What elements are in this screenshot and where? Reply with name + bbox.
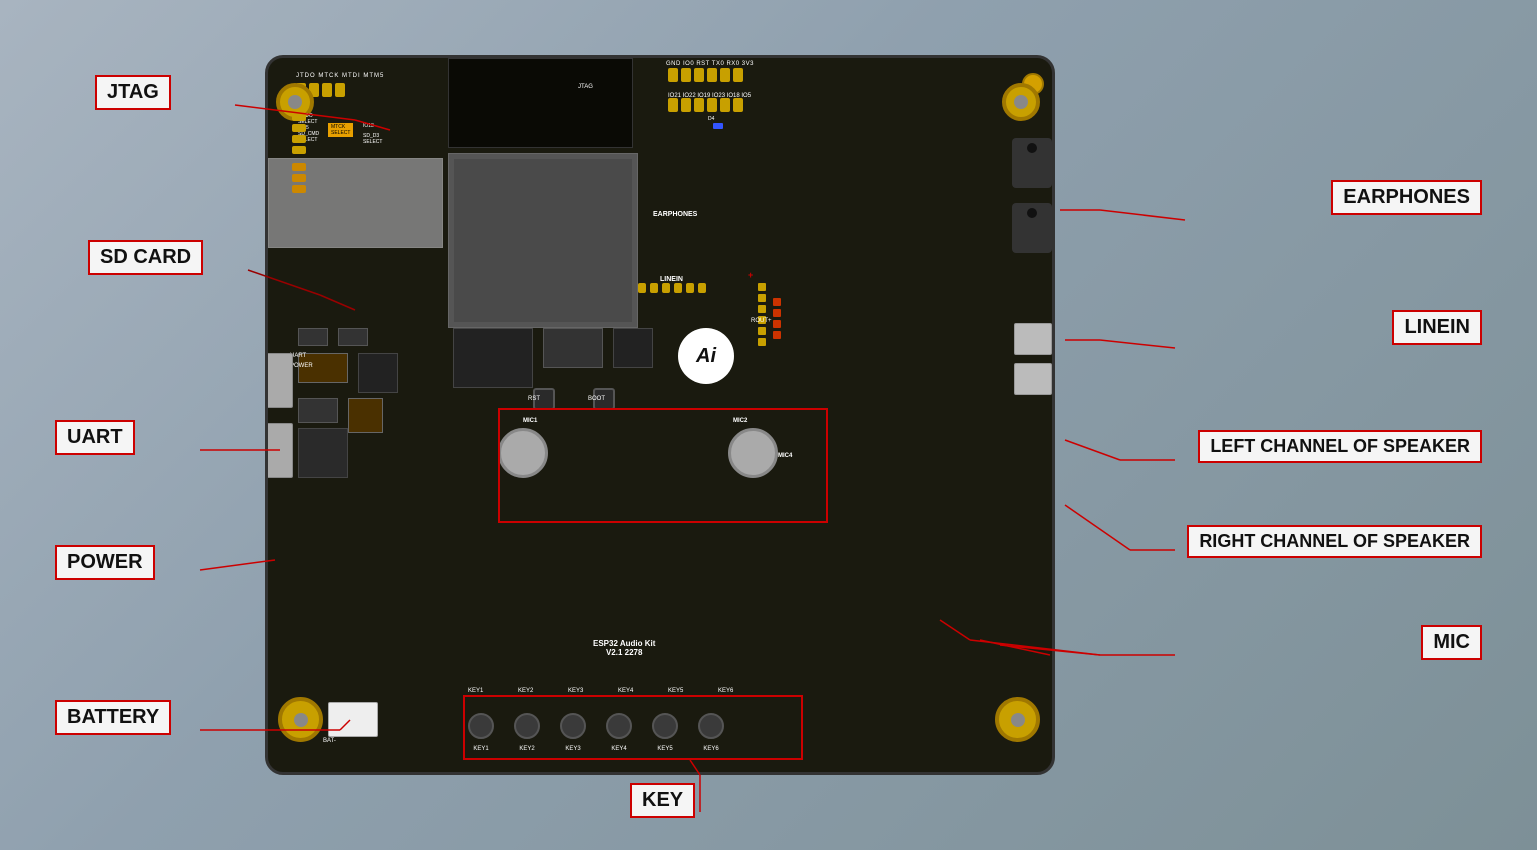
linein-label: LINEIN [1392,310,1482,345]
earphones-label: EARPHONES [1331,180,1482,215]
jtag-label: JTAG [95,75,171,110]
key-label: KEY [630,783,695,818]
left-channel-label: LEFT CHANNEL OF SPEAKER [1198,430,1482,463]
pcb-board: JTDO MTCK MTDI MTM5 JTAG GND IO0 RST TX0… [265,55,1055,775]
sd-card-label: SD CARD [88,240,203,275]
uart-label: UART [55,420,135,455]
mic-label: MIC [1421,625,1482,660]
right-channel-label: RIGHT CHANNEL OF SPEAKER [1187,525,1482,558]
power-label: POWER [55,545,155,580]
battery-label: BATTERY [55,700,171,735]
